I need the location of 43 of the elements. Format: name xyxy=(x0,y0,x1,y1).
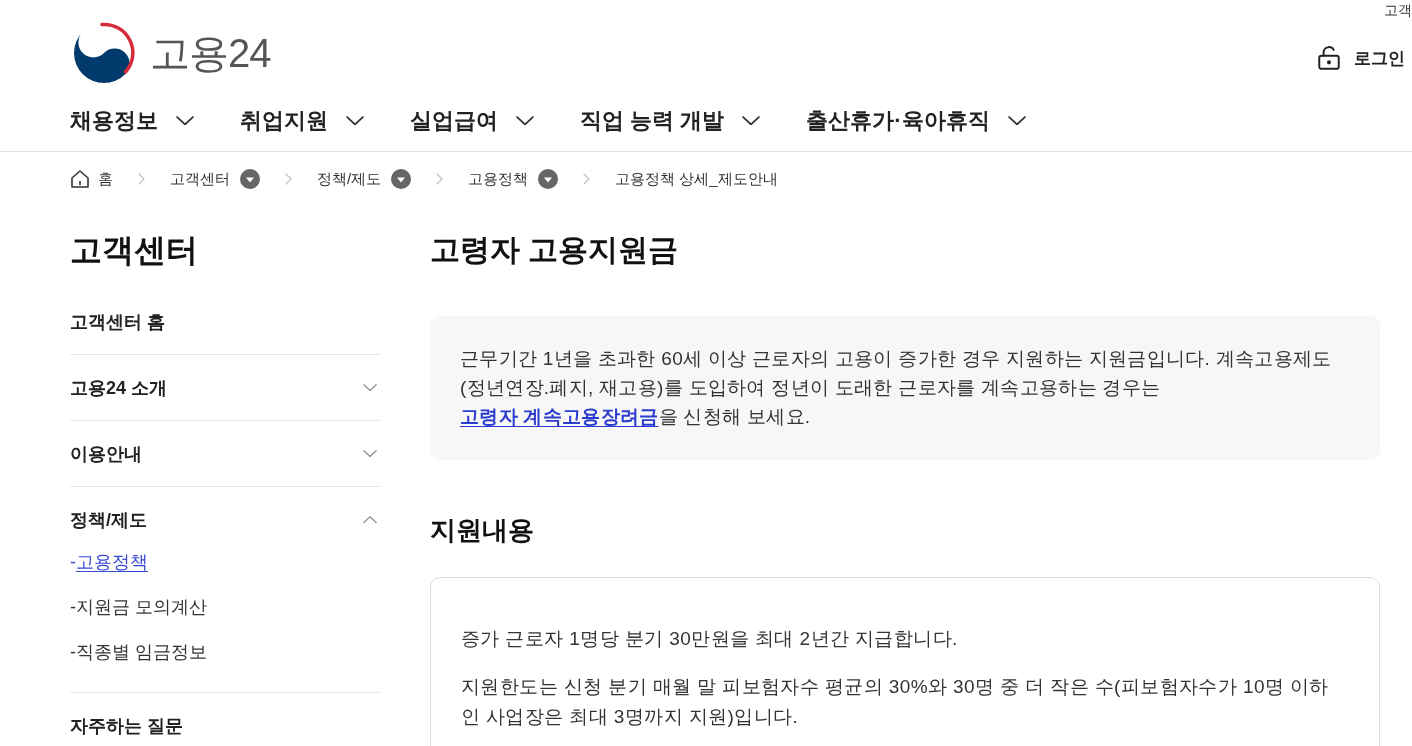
breadcrumb-home-link[interactable]: 홈 xyxy=(70,169,113,189)
chevron-down-icon xyxy=(346,115,364,126)
breadcrumb-link[interactable]: 정책/제도 xyxy=(317,169,382,189)
breadcrumb-current: 고용정책 상세_제도안내 xyxy=(615,169,778,189)
content-paragraph: 증가 근로자 1명당 분기 30만원을 최대 2년간 지급합니다. xyxy=(461,627,959,651)
intro-paragraph: 근무기간 1년을 초과한 60세 이상 근로자의 고용이 증가한 경우 지원하는 지원금입니다. 계속고용제도(정년연장.폐지, 재고용)를 도입하여 정년이 도래한 근로자를 계속고용하는 경우는 고령자 계속고용장려금을 신청해 보세요. xyxy=(460,347,1333,429)
nav-menu-item[interactable]: 실업급여 xyxy=(410,105,534,136)
chevron-right-icon xyxy=(138,173,145,185)
breadcrumb-link[interactable]: 고용정책 xyxy=(468,169,529,189)
nav-menu-item[interactable]: 출산휴가·육아휴직 xyxy=(806,105,1026,136)
chevron-down-icon xyxy=(516,115,534,126)
section-heading: 지원내용 xyxy=(430,514,535,547)
chevron-down-icon xyxy=(176,115,194,126)
sidebar-menu-item[interactable]: 고객센터 홈 xyxy=(70,289,380,354)
chevron-right-icon xyxy=(583,173,591,185)
content-paragraph: 지원한도는 신청 분기 매월 말 피보험자수 평균의 30%와 30명 중 더 작은 수(피보험자수가 10명 이하 인 사업장은 최대 3명까지 지원)입니다. xyxy=(461,675,1330,729)
nav-menu-item[interactable]: 직업 능력 개발 xyxy=(580,105,761,136)
padlock-icon xyxy=(1316,45,1342,71)
chevron-down-icon xyxy=(1007,115,1026,126)
sidebar-menu-item[interactable]: 자주하는 질문 xyxy=(70,693,380,746)
sidebar-title: 고객센터 xyxy=(70,232,199,268)
logo-emblem-icon xyxy=(72,21,136,85)
top-utility-link[interactable]: 고객 xyxy=(1384,0,1412,20)
sidebar-submenu-link[interactable]: -지원금 모의계산 xyxy=(70,585,207,630)
page-title: 고령자 고용지원금 xyxy=(430,232,680,268)
dropdown-circle-icon[interactable] xyxy=(240,169,260,189)
incentive-link[interactable]: 고령자 계속고용장려금 xyxy=(460,406,659,427)
sidebar-menu-item[interactable]: 이용안내 xyxy=(70,421,380,486)
login-button[interactable]: 로그인 xyxy=(1316,45,1405,71)
home-icon xyxy=(70,169,90,189)
chevron-down-icon xyxy=(742,115,761,126)
nav-menu-item[interactable]: 채용정보 xyxy=(70,105,194,136)
nav-menu-item[interactable]: 취업지원 xyxy=(240,105,364,136)
dropdown-circle-icon[interactable] xyxy=(391,169,412,189)
logo-text[interactable]: 고용24 xyxy=(150,29,271,77)
dropdown-circle-icon[interactable] xyxy=(538,169,559,189)
sidebar-menu-item[interactable]: 정책/제도 xyxy=(70,487,380,540)
sidebar-submenu-link[interactable]: -고용정책 xyxy=(70,540,148,585)
sidebar-submenu-link[interactable]: -직종별 임금정보 xyxy=(70,630,207,675)
chevron-right-icon xyxy=(285,173,292,185)
chevron-right-icon xyxy=(436,173,444,185)
sidebar-menu-item[interactable]: 고용24 소개 xyxy=(70,355,380,420)
breadcrumb-link[interactable]: 고객센터 xyxy=(170,169,230,189)
